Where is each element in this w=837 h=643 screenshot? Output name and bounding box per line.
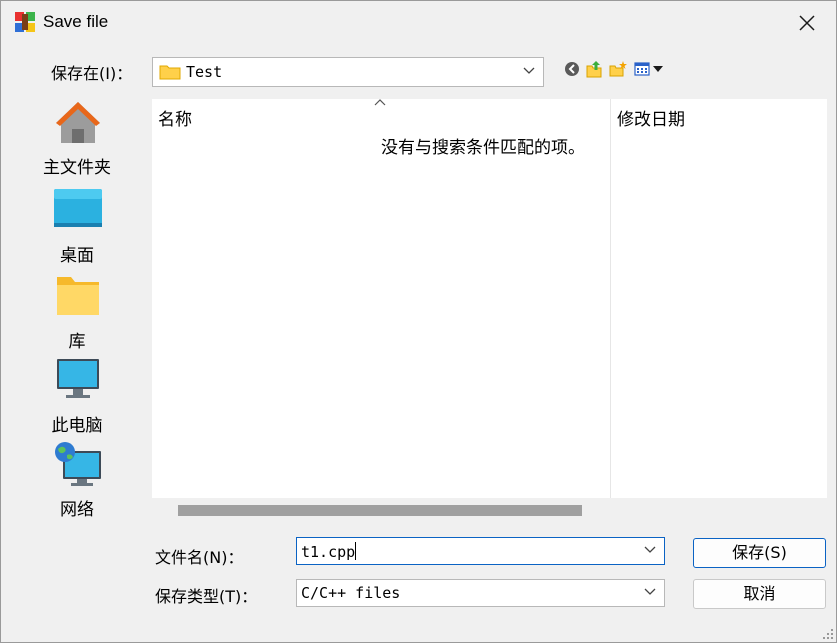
window-title: Save file	[43, 12, 109, 31]
computer-icon	[57, 359, 99, 398]
place-label: 库	[68, 332, 86, 352]
filename-input[interactable]: t1.cpp	[296, 537, 665, 565]
place-this-pc[interactable]: 此电脑	[9, 357, 145, 437]
new-folder-button[interactable]	[609, 60, 627, 78]
save-file-dialog: Save file 保存在(I)： Test 主文件夹 桌面 库 此电脑 网络 …	[0, 0, 837, 643]
filetype-dropdown[interactable]: C/C++ files	[296, 579, 665, 607]
file-list[interactable]: 名称 修改日期 没有与搜索条件匹配的项。	[152, 99, 827, 498]
sort-ascending-icon	[374, 99, 386, 106]
filetype-label: 保存类型(T)：	[155, 587, 258, 606]
view-menu-icon	[634, 62, 663, 76]
resize-grip-icon[interactable]	[822, 628, 834, 640]
text-caret	[355, 542, 357, 560]
filename-label: 文件名(N)：	[155, 548, 244, 567]
place-label: 网络	[60, 500, 94, 520]
filetype-value: C/C++ files	[301, 584, 401, 602]
title-bar: Save file	[1, 1, 836, 45]
place-label: 此电脑	[51, 416, 103, 436]
back-button[interactable]	[563, 60, 581, 78]
close-button[interactable]	[784, 5, 830, 41]
save-button[interactable]: 保存(S)	[693, 538, 826, 568]
back-icon	[565, 62, 579, 76]
chevron-down-icon	[644, 588, 656, 595]
new-folder-icon	[609, 61, 627, 77]
up-folder-icon	[586, 61, 602, 78]
column-header-name[interactable]: 名称	[158, 105, 192, 130]
place-library[interactable]: 库	[9, 273, 145, 353]
look-in-value: Test	[186, 63, 223, 81]
place-label: 桌面	[60, 246, 94, 266]
home-icon	[56, 102, 100, 143]
folder-icon	[57, 277, 99, 315]
chevron-down-icon[interactable]	[644, 546, 656, 554]
place-desktop[interactable]: 桌面	[9, 187, 145, 267]
places-bar: 主文件夹 桌面 库 此电脑 网络	[9, 95, 145, 632]
place-home[interactable]: 主文件夹	[9, 99, 145, 179]
desktop-icon	[54, 189, 102, 227]
folder-icon	[159, 65, 181, 80]
cancel-button[interactable]: 取消	[693, 579, 826, 609]
chevron-down-icon	[523, 67, 535, 74]
view-menu-button[interactable]	[634, 60, 666, 78]
look-in-label: 保存在(I)：	[51, 64, 133, 83]
network-icon	[55, 442, 101, 486]
place-label: 主文件夹	[43, 158, 111, 178]
column-divider[interactable]	[610, 99, 611, 498]
app-icon	[15, 12, 35, 32]
filename-value: t1.cpp	[301, 542, 357, 561]
horizontal-scrollbar-thumb[interactable]	[178, 505, 582, 516]
place-network[interactable]: 网络	[9, 441, 145, 521]
empty-message: 没有与搜索条件匹配的项。	[381, 138, 585, 158]
close-icon	[799, 15, 815, 31]
look-in-dropdown[interactable]: Test	[152, 57, 544, 87]
up-folder-button[interactable]	[586, 60, 604, 78]
column-header-date-modified[interactable]: 修改日期	[617, 105, 685, 130]
